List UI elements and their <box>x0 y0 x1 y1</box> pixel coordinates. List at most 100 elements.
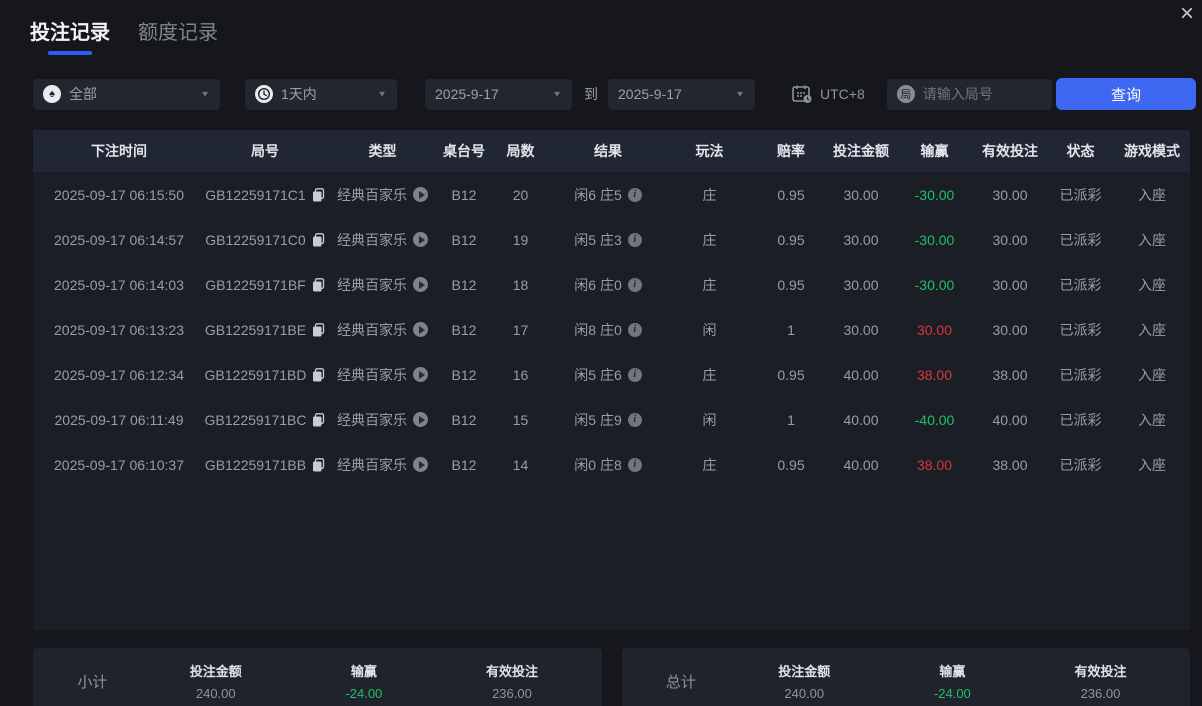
bet-records-table: 下注时间 局号 类型 桌台号 局数 结果 玩法 赔率 投注金额 输赢 有效投注 状态 游戏模式 2025… <box>33 130 1190 630</box>
game-type-name: 经典百家乐 <box>337 366 407 383</box>
round-count-cell: 18 <box>512 276 529 293</box>
round-id-cell: GB12259171BC <box>205 412 325 428</box>
table-row: 2025-09-17 06:13:23 GB12259171BE 经典百家乐 B… <box>33 307 1190 352</box>
win-loss-cell: -30.00 <box>914 231 955 248</box>
table-number-cell: B12 <box>451 231 477 248</box>
game-type-name: 经典百家乐 <box>337 321 407 338</box>
video-replay-icon[interactable] <box>413 322 428 337</box>
chevron-down-icon: ▼ <box>200 89 210 99</box>
bet-time-cell: 2025-09-17 06:11:49 <box>54 411 184 428</box>
date-from-dropdown[interactable]: 2025-9-17 ▼ <box>425 78 572 110</box>
round-count-cell: 16 <box>512 366 529 383</box>
table-row: 2025-09-17 06:14:03 GB12259171BF 经典百家乐 B… <box>33 262 1190 307</box>
column-header: 局号 <box>251 143 279 159</box>
tab-quota-records[interactable]: 额度记录 <box>138 16 218 51</box>
subtotal-label: 小计 <box>77 673 108 691</box>
column-header: 有效投注 <box>982 143 1038 159</box>
round-number-icon: 局 <box>896 85 915 103</box>
result-score: 闲8 庄0 <box>574 321 622 338</box>
column-header: 状态 <box>1066 143 1095 159</box>
bet-time-cell: 2025-09-17 06:15:50 <box>54 186 184 203</box>
valid-bet-cell: 30.00 <box>992 186 1028 203</box>
column-header: 投注金额 <box>833 143 889 159</box>
video-replay-icon[interactable] <box>413 457 428 472</box>
result-score: 闲5 庄9 <box>574 411 622 428</box>
round-count-cell: 19 <box>512 231 529 248</box>
copy-icon[interactable] <box>312 457 325 472</box>
bet-amount-cell: 30.00 <box>843 186 879 203</box>
info-icon[interactable]: i <box>627 187 642 202</box>
odds-cell: 1 <box>787 411 795 428</box>
copy-icon[interactable] <box>312 367 325 382</box>
table-row: 2025-09-17 06:15:50 GB12259171C1 经典百家乐 B… <box>33 172 1190 217</box>
copy-icon[interactable] <box>312 277 325 292</box>
game-type-name: 经典百家乐 <box>337 456 407 473</box>
copy-icon[interactable] <box>312 187 325 202</box>
total-label: 总计 <box>665 673 696 691</box>
query-button[interactable]: 查询 <box>1056 78 1196 110</box>
win-loss-cell: 30.00 <box>916 321 953 338</box>
round-id: GB12259171C1 <box>205 186 306 203</box>
table-number-cell: B12 <box>451 456 477 473</box>
table-number-cell: B12 <box>451 321 477 338</box>
chevron-down-icon: ▼ <box>377 89 387 99</box>
win-loss-cell: 38.00 <box>916 456 953 473</box>
info-icon[interactable]: i <box>627 457 642 472</box>
total-box: 总计 投注金额 240.00 输赢 -24.00 有效投注 236.00 <box>621 648 1190 706</box>
round-id: GB12259171BB <box>204 456 307 473</box>
round-id-cell: GB12259171BD <box>205 367 325 383</box>
date-to-dropdown[interactable]: 2025-9-17 ▼ <box>608 78 755 110</box>
result-score: 闲6 庄5 <box>574 186 622 203</box>
info-icon[interactable]: i <box>627 367 642 382</box>
table-row: 2025-09-17 06:11:49 GB12259171BC 经典百家乐 B… <box>33 397 1190 442</box>
odds-cell: 1 <box>787 321 795 338</box>
valid-bet-cell: 30.00 <box>992 276 1028 293</box>
game-type-dropdown[interactable]: ♠ 全部 ▼ <box>33 78 220 110</box>
info-icon[interactable]: i <box>627 232 642 247</box>
result-score: 闲5 庄6 <box>574 366 622 383</box>
info-icon[interactable]: i <box>627 412 642 427</box>
odds-cell: 0.95 <box>777 276 805 293</box>
column-header: 赔率 <box>777 143 805 159</box>
date-to-value: 2025-9-17 <box>618 86 682 102</box>
time-range-dropdown[interactable]: 1天内 ▼ <box>245 78 397 110</box>
play-type-cell: 庄 <box>702 456 717 473</box>
timezone-selector[interactable]: UTC+8 <box>791 84 865 104</box>
result-cell: 闲5 庄9 i <box>553 410 663 430</box>
copy-icon[interactable] <box>312 322 325 337</box>
tab-bet-records-label: 投注记录 <box>30 22 110 44</box>
date-to-label: 到 <box>584 86 598 102</box>
status-cell: 已派彩 <box>1059 456 1102 473</box>
video-replay-icon[interactable] <box>413 187 428 202</box>
subtotal-win-loss: 输赢 -24.00 <box>345 664 383 701</box>
copy-icon[interactable] <box>312 232 325 247</box>
info-icon[interactable]: i <box>627 322 642 337</box>
valid-bet-cell: 40.00 <box>992 411 1028 428</box>
column-header: 局数 <box>506 143 535 159</box>
status-cell: 已派彩 <box>1059 321 1102 338</box>
result-score: 闲0 庄8 <box>574 456 622 473</box>
round-count-cell: 14 <box>512 456 529 473</box>
total-valid-bet: 有效投注 236.00 <box>1074 664 1127 701</box>
video-replay-icon[interactable] <box>413 412 428 427</box>
status-cell: 已派彩 <box>1059 366 1102 383</box>
video-replay-icon[interactable] <box>413 277 428 292</box>
subtotal-box: 小计 投注金额 240.00 输赢 -24.00 有效投注 236.00 <box>33 648 602 706</box>
info-icon[interactable]: i <box>627 277 642 292</box>
date-from-value: 2025-9-17 <box>435 86 499 102</box>
game-type-name: 经典百家乐 <box>337 231 407 248</box>
game-type-name: 经典百家乐 <box>337 186 407 203</box>
tab-bet-records[interactable]: 投注记录 <box>30 16 110 55</box>
round-count-cell: 20 <box>512 186 529 203</box>
close-icon[interactable]: × <box>1180 2 1194 26</box>
bet-time-cell: 2025-09-17 06:14:57 <box>54 231 184 248</box>
video-replay-icon[interactable] <box>413 232 428 247</box>
summary-bar: 小计 投注金额 240.00 输赢 -24.00 有效投注 236.00 总计 … <box>33 648 1190 706</box>
video-replay-icon[interactable] <box>413 367 428 382</box>
tab-quota-records-label: 额度记录 <box>138 22 218 44</box>
round-id: GB12259171BC <box>204 411 307 428</box>
bet-amount-cell: 40.00 <box>843 366 879 383</box>
bet-amount-cell: 40.00 <box>843 411 879 428</box>
round-number-input[interactable] <box>922 86 1033 102</box>
copy-icon[interactable] <box>312 412 325 427</box>
